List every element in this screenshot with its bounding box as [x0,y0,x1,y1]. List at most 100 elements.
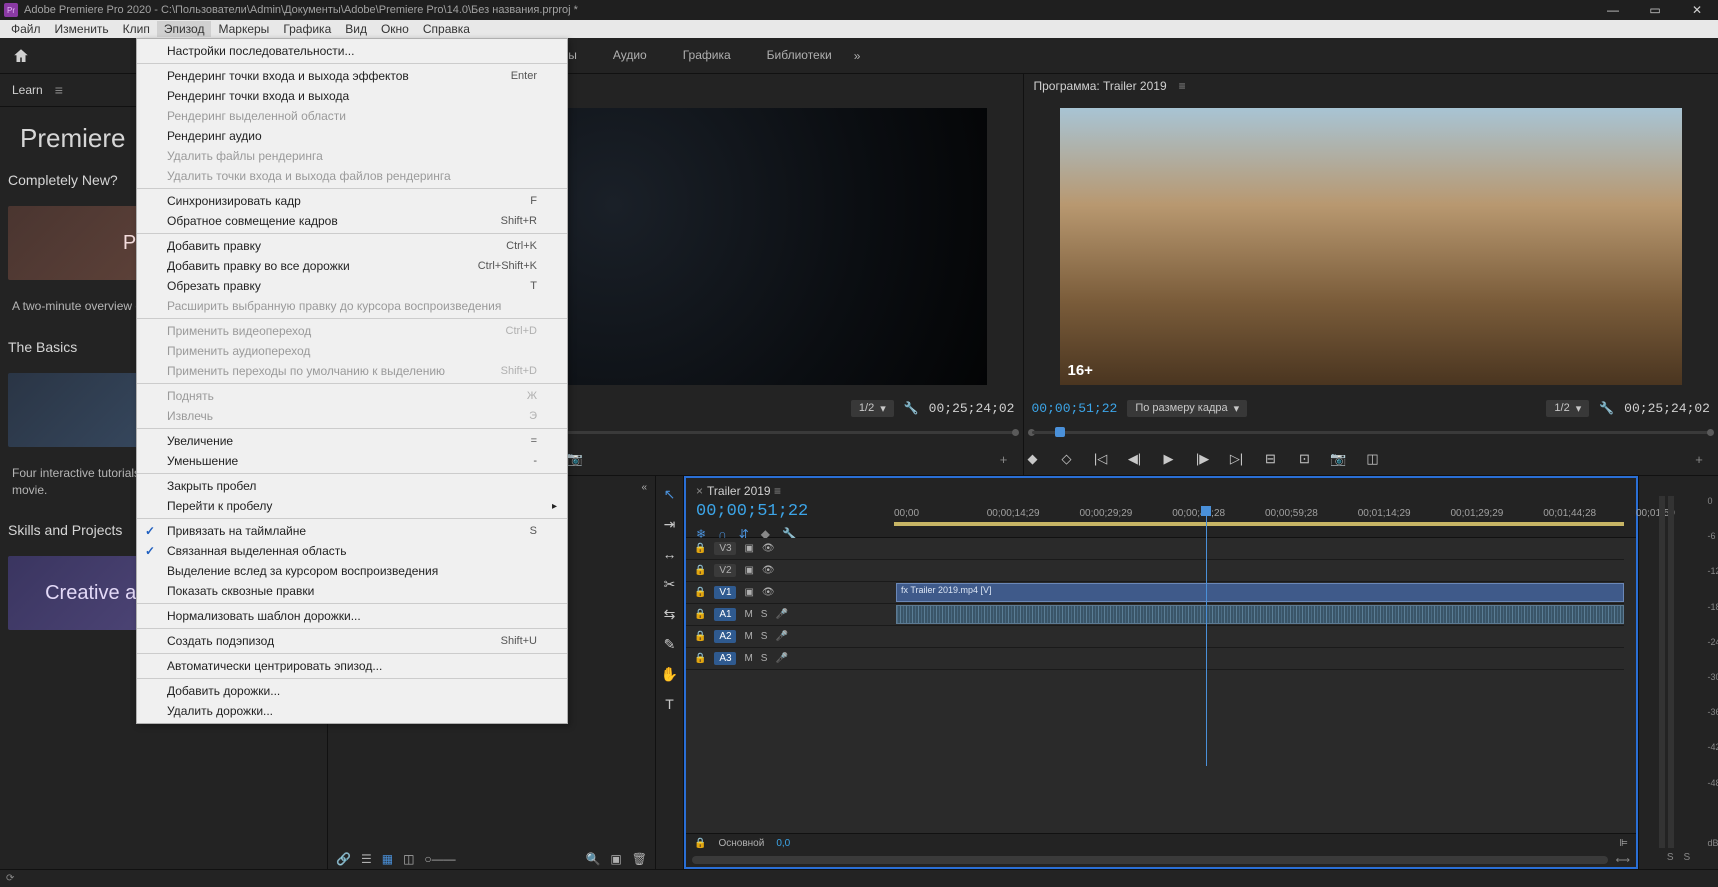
track-eye-icon[interactable]: 👁 [762,587,775,598]
program-settings-icon[interactable]: 🔧 [1599,401,1614,415]
prog-step-fwd-icon[interactable]: |▶ [1194,450,1212,468]
prog-export-frame-icon[interactable]: 📷 [1330,450,1348,468]
track-header-A1[interactable]: 🔒 A1 MS 🎤 [686,604,894,626]
tool-pen[interactable]: ✎ [660,634,680,654]
proj-trash-icon[interactable]: 🗑 [632,852,647,866]
menu-item[interactable]: Закрыть пробел [137,476,567,496]
proj-new-item-icon[interactable]: ▣ [610,852,621,866]
src-export-frame-icon[interactable]: 📷 [566,450,584,468]
program-fit-select[interactable]: По размеру кадра ▾ [1127,400,1247,417]
workspace-overflow[interactable]: » [854,49,861,63]
program-video[interactable]: 16+ [1060,108,1683,385]
timeline-clip-a1[interactable] [896,605,1624,624]
track-toggle-icon[interactable]: M [744,631,752,642]
proj-search-icon[interactable]: 🔍 [585,852,600,866]
menu-item[interactable]: ✓Привязать на таймлайнеS [137,521,567,541]
track-header-V3[interactable]: 🔒V3▣👁 [686,538,894,560]
menu-файл[interactable]: Файл [4,21,48,37]
menu-item[interactable]: Рендеринг точки входа и выхода эффектовE… [137,66,567,86]
track-lane-1[interactable] [894,560,1624,582]
menu-item[interactable]: Обратное совмещение кадровShift+R [137,211,567,231]
proj-zoom-slider[interactable]: ○―― [424,852,455,866]
track-lane-4[interactable] [894,626,1624,648]
tool-type[interactable]: T [660,694,680,714]
track-solo-icon[interactable]: S [761,653,768,664]
menu-item[interactable]: Настройки последовательности... [137,41,567,61]
sequence-tab[interactable]: Trailer 2019 [696,484,884,498]
tl-h-scroll[interactable] [692,856,1608,864]
workspace-tab-5[interactable]: Библиотеки [765,38,834,74]
program-zoom-select[interactable]: 1/2 ▾ [1546,400,1589,417]
menu-item[interactable]: Рендеринг точки входа и выхода [137,86,567,106]
menu-item[interactable]: Рендеринг аудио [137,126,567,146]
menu-item[interactable]: Перейти к пробелу▸ [137,496,567,516]
menu-item[interactable]: Синхронизировать кадрF [137,191,567,211]
track-lane-0[interactable] [894,538,1624,560]
tl-zoom-handle[interactable]: ⟷ [1616,855,1630,866]
menu-item[interactable]: Добавить правку во все дорожкиCtrl+Shift… [137,256,567,276]
track-toggle-icon[interactable]: ▣ [744,565,753,576]
menu-item[interactable]: Создать подэпизодShift+U [137,631,567,651]
status-sync-icon[interactable]: ⟳ [6,873,14,884]
track-lane-2[interactable]: fx Trailer 2019.mp4 [V] [894,582,1624,604]
menu-item[interactable]: Обрезать правкуT [137,276,567,296]
menu-item[interactable]: Показать сквозные правки [137,581,567,601]
track-name[interactable]: A3 [714,652,736,665]
track-name[interactable]: A1 [714,608,736,621]
close-button[interactable]: ✕ [1684,1,1710,19]
menu-справка[interactable]: Справка [416,21,477,37]
proj-icon-view-icon[interactable]: ▦ [382,852,393,866]
source-settings-icon[interactable]: 🔧 [904,401,919,415]
prog-lift-icon[interactable]: ⊟ [1262,450,1280,468]
track-lock-icon[interactable]: 🔒 [694,631,706,642]
track-lock-icon[interactable]: 🔒 [694,587,706,598]
menu-маркеры[interactable]: Маркеры [211,21,276,37]
track-voice-icon[interactable]: 🎤 [775,653,787,664]
track-toggle-icon[interactable]: M [744,609,752,620]
meter-solo-l[interactable]: S [1667,852,1674,863]
track-header-A2[interactable]: 🔒 A2 MS 🎤 [686,626,894,648]
menu-item[interactable]: ✓Связанная выделенная область [137,541,567,561]
source-zoom-select[interactable]: 1/2 ▾ [851,400,894,417]
prog-mark-in-icon[interactable]: ◆ [1024,450,1042,468]
menu-item[interactable]: Добавить дорожки... [137,681,567,701]
tool-razor[interactable]: ✂ [660,574,680,594]
prog-step-back-icon[interactable]: ◀| [1126,450,1144,468]
menu-клип[interactable]: Клип [116,21,157,37]
track-name[interactable]: V3 [714,542,736,555]
prog-mark-out-icon[interactable]: ◇ [1058,450,1076,468]
workspace-tab-3[interactable]: Аудио [611,38,649,74]
menu-изменить[interactable]: Изменить [48,21,116,37]
track-lock-icon[interactable]: 🔒 [694,609,706,620]
track-voice-icon[interactable]: 🎤 [775,631,787,642]
meter-solo-r[interactable]: S [1684,852,1691,863]
program-scrub[interactable] [1032,423,1711,441]
prog-extract-icon[interactable]: ⊡ [1296,450,1314,468]
track-lock-icon[interactable]: 🔒 [694,653,706,664]
prog-goto-in-icon[interactable]: |◁ [1092,450,1110,468]
track-toggle-icon[interactable]: M [744,653,752,664]
track-voice-icon[interactable]: 🎤 [775,609,787,620]
mix-lock-icon[interactable]: 🔒 [694,838,706,849]
track-lock-icon[interactable]: 🔒 [694,543,706,554]
track-name[interactable]: V2 [714,564,736,577]
track-header-V2[interactable]: 🔒V2▣👁 [686,560,894,582]
tool-selection[interactable]: ↖ [660,484,680,504]
menu-item[interactable]: Нормализовать шаблон дорожки... [137,606,567,626]
track-header-V1[interactable]: 🔒V1▣👁 [686,582,894,604]
prog-goto-out-icon[interactable]: ▷| [1228,450,1246,468]
track-name[interactable]: A2 [714,630,736,643]
menu-item[interactable]: Выделение вслед за курсором воспроизведе… [137,561,567,581]
track-solo-icon[interactable]: S [761,631,768,642]
menu-вид[interactable]: Вид [338,21,374,37]
home-icon[interactable] [12,47,30,65]
src-add-btn-icon[interactable]: + [995,450,1013,468]
menu-окно[interactable]: Окно [374,21,416,37]
track-solo-icon[interactable]: S [761,609,768,620]
timeline-clip-v1[interactable]: fx Trailer 2019.mp4 [V] [896,583,1624,602]
track-eye-icon[interactable]: 👁 [762,565,775,576]
proj-list-icon[interactable]: ☰ [361,852,372,866]
maximize-button[interactable]: ▭ [1642,1,1668,19]
mix-pan[interactable]: 0,0 [776,838,790,849]
track-toggle-icon[interactable]: ▣ [744,587,753,598]
